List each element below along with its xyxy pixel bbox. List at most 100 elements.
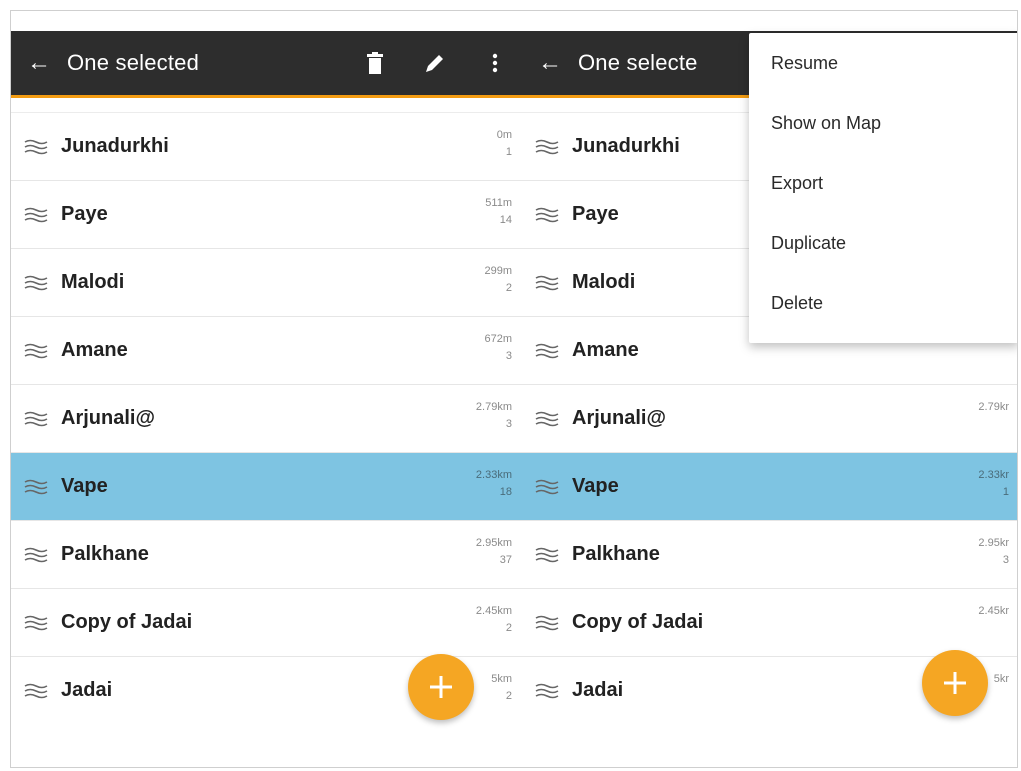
track-meta: 5kr [994,671,1009,688]
track-meta: 2.45kr [978,603,1009,620]
track-name: Copy of Jadai [61,611,193,633]
track-row[interactable]: Amane 672m 3 [11,316,522,384]
menu-item-delete[interactable]: Delete [749,273,1017,333]
track-name: Copy of Jadai [572,611,704,633]
back-button-right[interactable]: ← [522,31,578,95]
track-distance: 0m [496,129,512,141]
track-meta: 2.79km 3 [476,399,512,433]
action-bar: ← One selected [11,31,522,98]
selection-title: One selected [67,50,200,75]
add-track-fab[interactable] [408,654,474,720]
track-row[interactable]: Junadurkhi 0m 1 [11,112,522,180]
track-point-count: 14 [499,214,512,226]
track-distance: 5kr [993,673,1009,685]
track-icon [522,206,572,224]
back-button[interactable]: ← [11,31,67,95]
track-icon [11,682,61,700]
track-meta: 2.79kr [978,399,1009,416]
track-name: Paye [572,203,619,225]
track-icon [11,274,61,292]
left-pane: ← One selected Junadurkhi 0m 1 Paye 511m 14 Ma… [11,31,522,767]
track-name: Palkhane [572,543,660,565]
add-track-fab-right[interactable] [922,650,988,716]
menu-item-show-on-map[interactable]: Show on Map [749,93,1017,153]
track-icon [522,342,572,360]
track-point-count: 3 [505,350,512,362]
track-point-count: 1 [1002,486,1009,498]
track-name: Malodi [572,271,636,293]
menu-item-resume[interactable]: Resume [749,33,1017,93]
track-icon [11,614,61,632]
track-row[interactable]: Palkhane 2.95km 37 [11,520,522,588]
track-list: Junadurkhi 0m 1 Paye 511m 14 Malodi 299m 2 Amane 6… [11,112,522,724]
track-icon [11,206,61,224]
track-icon [11,138,61,156]
more-vert-icon[interactable] [482,50,508,76]
track-icon [11,342,61,360]
track-distance: 2.95kr [978,537,1009,549]
track-meta: 2.33km 18 [476,467,512,501]
track-point-count: 18 [499,486,512,498]
track-meta: 511m 14 [485,195,512,229]
track-row[interactable]: Copy of Jadai 2.45kr [522,588,1017,656]
track-meta: 672m 3 [484,331,512,365]
track-icon [522,410,572,428]
track-icon [522,138,572,156]
track-icon [522,614,572,632]
overflow-menu: Resume Show on Map Export Duplicate Delete [749,33,1017,343]
track-meta: 2.95kr 3 [978,535,1009,569]
track-name: Arjunali@ [61,407,155,429]
screenshot-frame: ← One selected Junadurkhi 0m 1 Paye 511m 14 Ma… [10,10,1018,768]
track-name: Junadurkhi [572,135,680,157]
plus-icon [430,676,452,698]
track-name: Amane [572,339,639,361]
track-row[interactable]: Copy of Jadai 2.45km 2 [11,588,522,656]
track-row[interactable]: Paye 511m 14 [11,180,522,248]
track-row[interactable]: Malodi 299m 2 [11,248,522,316]
menu-item-export[interactable]: Export [749,153,1017,213]
track-distance: 2.95km [475,537,512,549]
track-distance: 2.33kr [978,469,1009,481]
track-icon [522,274,572,292]
track-distance: 2.45km [475,605,512,617]
track-distance: 672m [484,333,512,345]
track-distance: 2.79km [475,401,512,413]
track-meta: 2.33kr 1 [978,467,1009,501]
track-point-count: 37 [499,554,512,566]
track-meta: 299m 2 [484,263,512,297]
edit-icon[interactable] [422,50,448,76]
track-meta: 2.45km 2 [476,603,512,637]
track-icon [11,410,61,428]
track-row[interactable]: Vape 2.33kr 1 [522,452,1017,520]
track-name: Arjunali@ [572,407,666,429]
track-name: Malodi [61,271,125,293]
track-name: Paye [61,203,108,225]
track-row[interactable]: Vape 2.33km 18 [11,452,522,520]
track-icon [11,546,61,564]
track-icon [522,682,572,700]
delete-icon[interactable] [362,50,388,76]
track-icon [522,478,572,496]
track-meta: 2.95km 37 [476,535,512,569]
track-point-count: 2 [505,282,512,294]
menu-item-duplicate[interactable]: Duplicate [749,213,1017,273]
track-row[interactable]: Arjunali@ 2.79kr [522,384,1017,452]
track-distance: 299m [484,265,512,277]
plus-icon [944,672,966,694]
track-icon [522,546,572,564]
track-point-count: 2 [505,622,512,634]
track-name: Junadurkhi [61,135,169,157]
track-name: Palkhane [61,543,149,565]
track-name: Vape [572,475,619,497]
track-distance: 5km [491,673,512,685]
track-name: Vape [61,475,108,497]
track-meta: 0m 1 [497,127,512,161]
track-name: Amane [61,339,128,361]
selection-title-right: One selecte [578,50,698,75]
track-row[interactable]: Palkhane 2.95kr 3 [522,520,1017,588]
track-name: Jadai [61,679,113,701]
track-row[interactable]: Arjunali@ 2.79km 3 [11,384,522,452]
track-distance: 2.79kr [978,401,1009,413]
track-point-count: 3 [505,418,512,430]
track-distance: 2.33km [475,469,512,481]
